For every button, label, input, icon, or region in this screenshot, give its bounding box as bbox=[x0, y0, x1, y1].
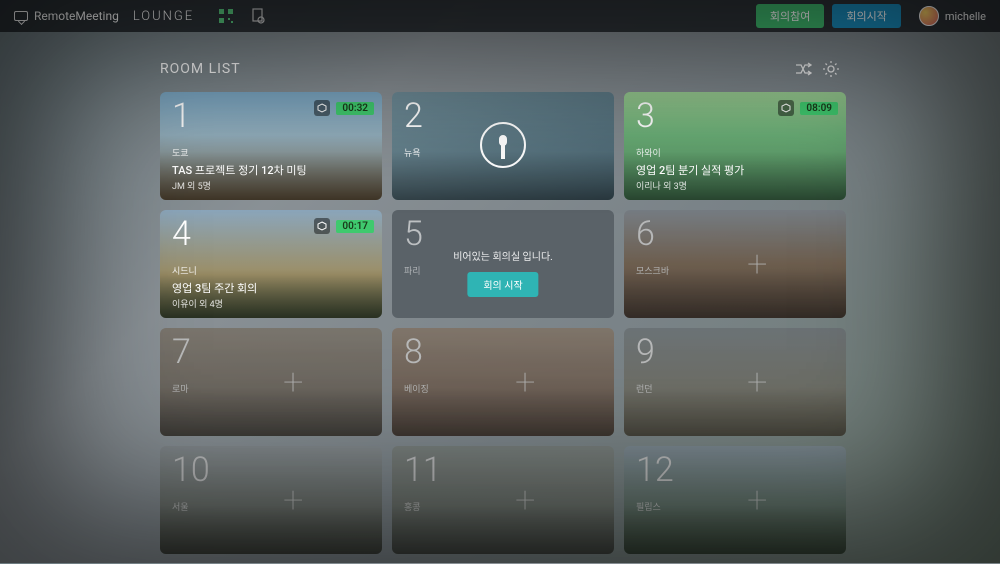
room-participants: 이리나 외 3명 bbox=[636, 179, 687, 192]
start-meeting-in-room-button[interactable]: 회의 시작 bbox=[467, 272, 538, 297]
room-city: 로마 bbox=[172, 382, 189, 395]
room-card-8[interactable]: 8 베이징 + bbox=[392, 328, 614, 436]
room-title: 영업 2팀 분기 실적 평가 bbox=[636, 162, 744, 178]
room-city: 필립스 bbox=[636, 500, 661, 513]
room-card-7[interactable]: 7 로마 + bbox=[160, 328, 382, 436]
room-number: 8 bbox=[404, 332, 423, 372]
room-city: 런던 bbox=[636, 382, 653, 395]
room-city: 시드니 bbox=[172, 264, 197, 277]
header-actions bbox=[794, 60, 840, 78]
room-card-11[interactable]: 11 홍콩 + bbox=[392, 446, 614, 554]
room-number: 1 bbox=[172, 96, 191, 136]
cube-icon bbox=[314, 100, 330, 116]
content: ROOM LIST 1 00:32 도쿄 TAS 프로젝트 정기 12차 미팅 … bbox=[0, 32, 1000, 564]
room-number: 3 bbox=[636, 96, 655, 136]
room-participants: 이유이 외 4명 bbox=[172, 297, 223, 310]
room-card-6[interactable]: 6 모스크바 + bbox=[624, 210, 846, 318]
room-number: 6 bbox=[636, 214, 655, 254]
room-card-10[interactable]: 10 서울 + bbox=[160, 446, 382, 554]
room-card-4[interactable]: 4 00:17 시드니 영업 3팀 주간 회의 이유이 외 4명 bbox=[160, 210, 382, 318]
room-number: 11 bbox=[404, 450, 442, 490]
room-participants: JM 외 5명 bbox=[172, 179, 211, 192]
plus-icon: + bbox=[515, 361, 535, 403]
plus-icon: + bbox=[747, 243, 767, 285]
room-number: 4 bbox=[172, 214, 191, 254]
brand-name: RemoteMeeting bbox=[34, 9, 119, 23]
plus-icon: + bbox=[283, 479, 303, 521]
plus-icon: + bbox=[747, 361, 767, 403]
topbar-tools bbox=[218, 8, 266, 24]
room-city: 뉴욕 bbox=[404, 146, 421, 159]
room-grid: 1 00:32 도쿄 TAS 프로젝트 정기 12차 미팅 JM 외 5명 2 … bbox=[160, 92, 840, 554]
start-meeting-button[interactable]: 회의시작 bbox=[832, 4, 900, 28]
room-city: 모스크바 bbox=[636, 264, 669, 277]
room-card-12[interactable]: 12 필립스 + bbox=[624, 446, 846, 554]
brand-icon bbox=[14, 11, 28, 21]
timer-badge: 08:09 bbox=[800, 102, 838, 115]
room-title: TAS 프로젝트 정기 12차 미팅 bbox=[172, 162, 307, 178]
room-card-3[interactable]: 3 08:09 하와이 영업 2팀 분기 실적 평가 이리나 외 3명 bbox=[624, 92, 846, 200]
top-bar: RemoteMeeting LOUNGE 회의참여 회의시작 michelle bbox=[0, 0, 1000, 32]
room-card-1[interactable]: 1 00:32 도쿄 TAS 프로젝트 정기 12차 미팅 JM 외 5명 bbox=[160, 92, 382, 200]
room-city: 홍콩 bbox=[404, 500, 421, 513]
room-city: 서울 bbox=[172, 500, 189, 513]
room-number: 9 bbox=[636, 332, 655, 372]
timer-badge: 00:32 bbox=[336, 102, 374, 115]
brand: RemoteMeeting LOUNGE bbox=[14, 9, 194, 24]
room-number: 10 bbox=[172, 450, 210, 490]
header-row: ROOM LIST bbox=[160, 60, 840, 78]
plus-icon: + bbox=[515, 479, 535, 521]
room-card-2[interactable]: 2 뉴욕 bbox=[392, 92, 614, 200]
topbar-right: 회의참여 회의시작 michelle bbox=[756, 4, 986, 28]
timer-badge: 00:17 bbox=[336, 220, 374, 233]
room-number: 7 bbox=[172, 332, 191, 372]
user-menu[interactable]: michelle bbox=[919, 6, 986, 26]
user-name: michelle bbox=[945, 10, 986, 23]
room-city: 파리 bbox=[404, 264, 421, 277]
person-silhouette-icon bbox=[480, 122, 526, 168]
qr-icon[interactable] bbox=[218, 8, 234, 24]
join-meeting-button[interactable]: 회의참여 bbox=[756, 4, 824, 28]
plus-icon: + bbox=[747, 479, 767, 521]
empty-room-message: 비어있는 회의실 입니다. bbox=[392, 248, 614, 263]
room-city: 하와이 bbox=[636, 146, 661, 159]
page-title: ROOM LIST bbox=[160, 61, 241, 77]
avatar bbox=[919, 6, 939, 26]
plus-icon: + bbox=[283, 361, 303, 403]
room-title: 영업 3팀 주간 회의 bbox=[172, 280, 257, 296]
cube-icon bbox=[778, 100, 794, 116]
room-card-5[interactable]: 5 파리 비어있는 회의실 입니다. 회의 시작 bbox=[392, 210, 614, 318]
settings-icon[interactable] bbox=[822, 60, 840, 78]
shuffle-icon[interactable] bbox=[794, 60, 812, 78]
room-card-9[interactable]: 9 런던 + bbox=[624, 328, 846, 436]
room-number: 12 bbox=[636, 450, 674, 490]
room-city: 베이징 bbox=[404, 382, 429, 395]
cube-icon bbox=[314, 218, 330, 234]
room-city: 도쿄 bbox=[172, 146, 189, 159]
brand-section: LOUNGE bbox=[133, 9, 194, 24]
room-number: 2 bbox=[404, 96, 423, 136]
document-icon[interactable] bbox=[250, 8, 266, 24]
